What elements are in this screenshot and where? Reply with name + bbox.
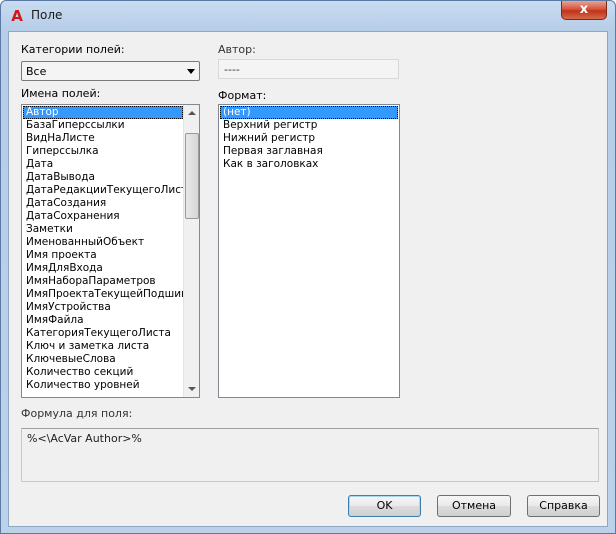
cancel-button-label: Отмена [451,499,497,512]
formula-label: Формула для поля: [21,407,133,420]
list-item[interactable]: Первая заглавная [220,145,398,158]
list-item[interactable]: ИмяУстройства [23,301,183,314]
autocad-a-icon: A [11,7,23,25]
list-item[interactable]: Нижний регистр [220,132,398,145]
list-item[interactable]: ИменованныйОбъект [23,236,183,249]
ok-button-label: OK [376,499,393,512]
list-item[interactable]: Количество секций [23,366,183,379]
author-value: ---- [224,63,240,76]
categories-dropdown[interactable]: Все [21,61,200,81]
list-item[interactable]: Гиперссылка [23,145,183,158]
list-item[interactable]: Ключ и заметка листа [23,340,183,353]
close-button[interactable]: x [561,1,607,20]
field-names-list[interactable]: Автор БазаГиперссылки ВидНаЛисте Гиперссылк… [21,104,200,398]
formula-value: %<\AcVar Author>% [27,432,142,445]
list-item[interactable]: ДатаРедакцииТекущегоЛиста [23,184,183,197]
scroll-down-icon[interactable] [184,381,199,397]
list-item[interactable]: Имя проекта [23,249,183,262]
list-item[interactable]: Как в заголовках [220,158,398,171]
list-item[interactable]: КлючевыеСлова [23,353,183,366]
list-item[interactable]: ИмяФайла [23,314,183,327]
ok-button[interactable]: OK [348,495,421,517]
field-dialog-window: A Поле x Категории полей: Все Автор: ---… [0,0,616,534]
dialog-body: Категории полей: Все Автор: ---- Имена п… [8,31,608,527]
list-item[interactable]: ИмяДляВхода [23,262,183,275]
list-item[interactable]: Заметки [23,223,183,236]
list-item[interactable]: ДатаСохранения [23,210,183,223]
window-title: Поле [31,8,63,22]
list-item[interactable]: Дата [23,158,183,171]
chevron-down-icon [187,69,195,74]
list-item[interactable]: (нет) [220,106,398,119]
categories-label: Категории полей: [21,43,125,56]
list-item[interactable]: Автор [23,106,183,119]
scroll-up-icon[interactable] [184,105,199,121]
list-item[interactable]: ВидНаЛисте [23,132,183,145]
help-button-label: Справка [539,499,588,512]
close-icon: x [579,2,589,17]
list-item[interactable]: ДатаВывода [23,171,183,184]
list-item[interactable]: ИмяПроектаТекущейПодшивки [23,288,183,301]
list-item[interactable]: КатегорияТекущегоЛиста [23,327,183,340]
categories-selected-value: Все [26,65,47,78]
list-item[interactable]: БазаГиперссылки [23,119,183,132]
title-bar[interactable]: A Поле x [1,1,615,31]
list-item[interactable]: ДатаСоздания [23,197,183,210]
field-names-label: Имена полей: [21,87,101,100]
author-label: Автор: [218,43,256,56]
formula-field[interactable]: %<\AcVar Author>% [21,428,599,482]
list-item[interactable]: Количество уровней [23,379,183,392]
help-button[interactable]: Справка [527,495,600,517]
format-list[interactable]: (нет) Верхний регистр Нижний регистр Первая… [218,104,400,398]
field-names-scrollbar[interactable] [183,105,199,397]
scrollbar-thumb[interactable] [185,133,199,219]
cancel-button[interactable]: Отмена [437,495,511,517]
list-item[interactable]: Верхний регистр [220,119,398,132]
author-value-field: ---- [218,59,399,79]
format-label: Формат: [218,89,267,102]
list-item[interactable]: ИмяНабораПараметров [23,275,183,288]
